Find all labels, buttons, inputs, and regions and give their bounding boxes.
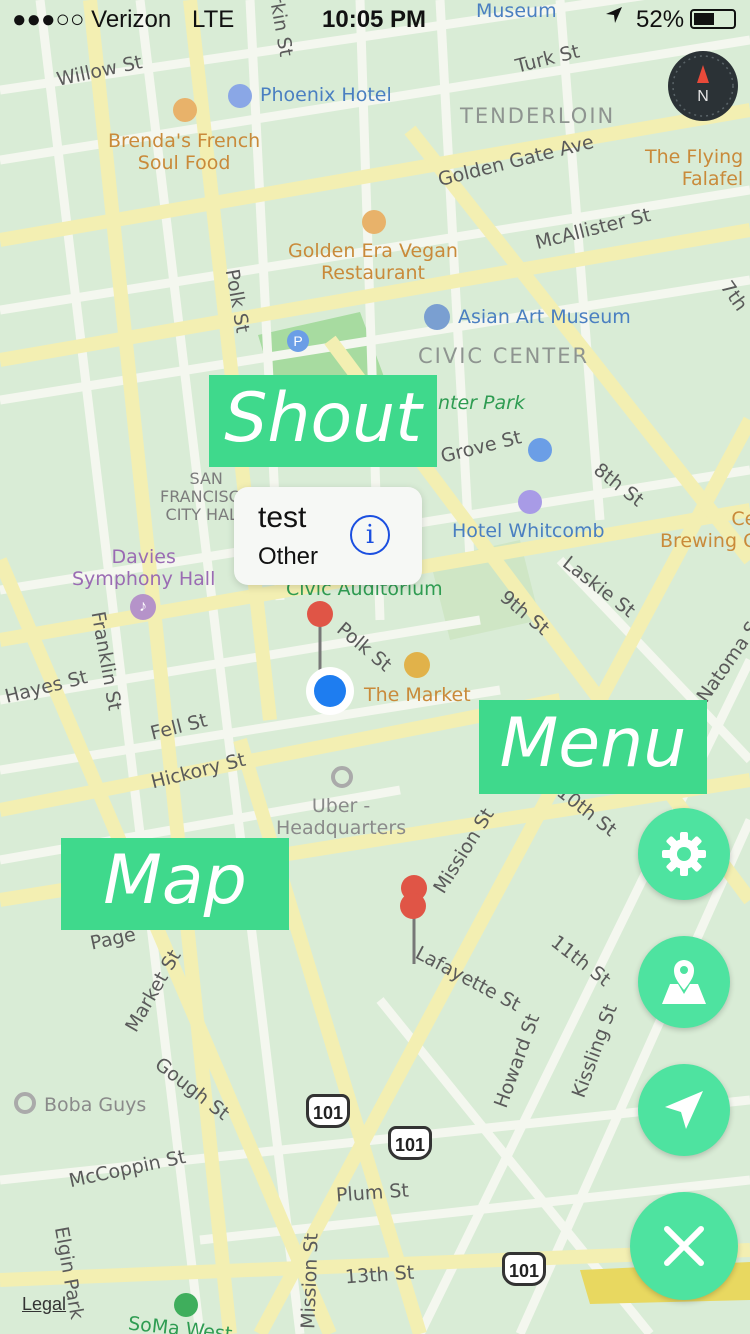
shout-label: Shout <box>209 375 437 467</box>
music-icon: ♪ <box>130 594 156 620</box>
poi-label: Phoenix Hotel <box>260 84 392 106</box>
callout-title: test <box>258 501 307 534</box>
compass-letter: N <box>697 88 709 105</box>
poi-label: Brenda's French Soul Food <box>108 130 261 174</box>
navigation-arrow-icon <box>665 1091 703 1129</box>
place-icon <box>14 1092 36 1114</box>
transit-icon <box>528 438 552 462</box>
place-icon <box>331 766 353 788</box>
map-view[interactable]: Willow St Turk St Golden Gate Ave McAlli… <box>0 0 750 1334</box>
poi-label: Golden Era Vegan Restaurant <box>288 240 458 284</box>
compass-icon[interactable]: N <box>668 51 738 121</box>
battery-icon <box>690 9 736 29</box>
poi-label: The Flying Falafel <box>645 146 744 190</box>
museum-icon <box>424 304 450 330</box>
shopping-icon <box>404 652 430 678</box>
callout-subtitle: Other <box>258 543 319 570</box>
poi-label: The Market <box>364 684 471 706</box>
map-pin-icon <box>662 960 706 1004</box>
poi-label: Uber - Headquarters <box>276 795 407 839</box>
legal-link[interactable]: Legal <box>22 1294 66 1315</box>
parking-icon: P <box>287 330 309 352</box>
settings-gear-icon <box>662 832 706 876</box>
clock: 10:05 PM <box>322 6 427 33</box>
info-icon[interactable]: i <box>350 515 390 555</box>
map-pins-button[interactable] <box>638 936 730 1028</box>
poi-label: Davies Symphony Hall <box>72 546 216 590</box>
carrier-label: ●●●○○ Verizon <box>12 6 172 33</box>
status-bar: ●●●○○ Verizon LTE 10:05 PM 52% <box>0 0 750 40</box>
restaurant-icon <box>362 210 386 234</box>
district-label: CIVIC CENTER <box>418 344 590 368</box>
district-label: TENDERLOIN <box>460 104 616 128</box>
poi-label: nter Park <box>438 392 525 414</box>
park-icon <box>174 1293 198 1317</box>
pin-callout[interactable]: test Other i <box>234 487 422 585</box>
user-location-dot <box>306 667 354 715</box>
menu-label: Menu <box>479 700 707 794</box>
restaurant-icon <box>173 98 197 122</box>
poi-label: Asian Art Museum <box>458 306 631 328</box>
close-icon <box>664 1226 704 1266</box>
map-label: Map <box>61 838 289 930</box>
network-label: LTE <box>192 6 235 33</box>
close-button[interactable] <box>630 1192 738 1300</box>
poi-label: Hotel Whitcomb <box>452 520 605 542</box>
highway-shield: 101 <box>388 1126 432 1160</box>
settings-button[interactable] <box>638 808 730 900</box>
navigate-button[interactable] <box>638 1064 730 1156</box>
map-pin[interactable] <box>398 872 430 968</box>
location-arrow-icon <box>604 4 624 32</box>
highway-shield: 101 <box>306 1094 350 1128</box>
hotel-icon <box>228 84 252 108</box>
poi-label: Boba Guys <box>44 1094 147 1116</box>
highway-shield: 101 <box>502 1252 546 1286</box>
street-label: Mission St <box>297 1232 323 1330</box>
hotel-icon <box>518 490 542 514</box>
poi-label: Ce Brewing C <box>660 508 750 552</box>
battery-percent: 52% <box>636 6 685 33</box>
